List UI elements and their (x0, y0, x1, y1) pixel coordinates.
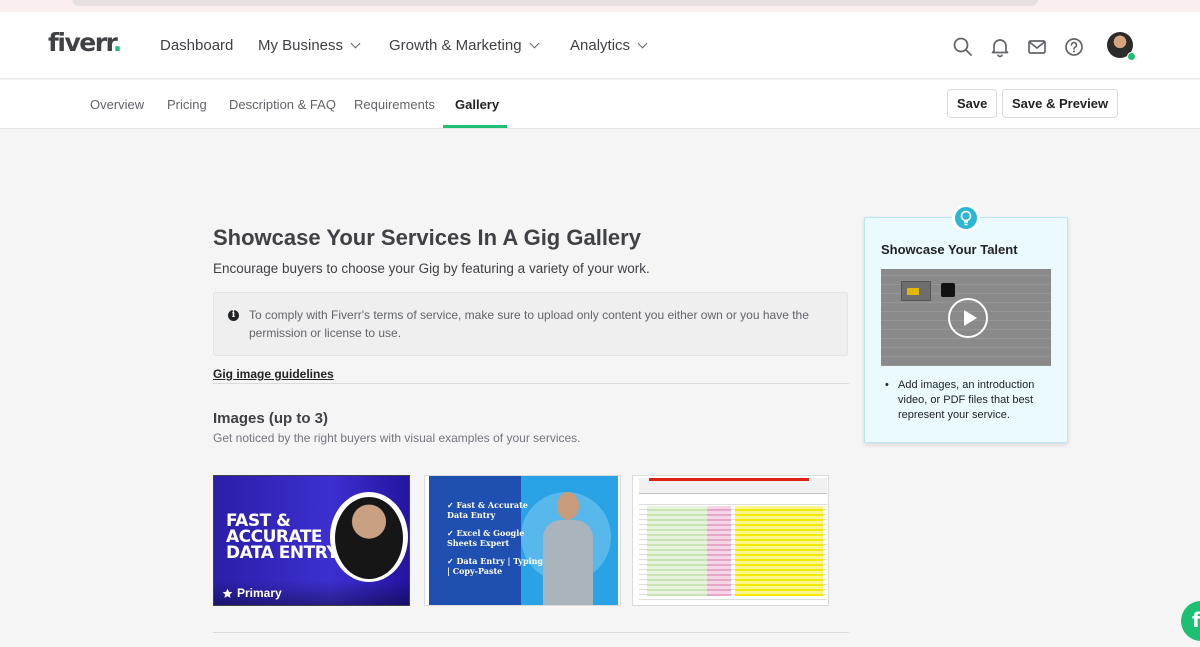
tip-card: Showcase Your Talent Add images, an intr… (864, 204, 1068, 443)
search-icon[interactable] (952, 36, 974, 58)
tip-video[interactable] (881, 269, 1051, 366)
chevron-down-icon (529, 38, 539, 49)
terms-notice: i To comply with Fiverr's terms of servi… (213, 292, 848, 356)
info-icon: i (228, 310, 239, 321)
lightbulb-icon (952, 204, 980, 232)
gallery-image-2[interactable]: ✓ Fast & Accurate Data Entry ✓ Excel & G… (424, 475, 621, 606)
spreadsheet-screenshot (639, 478, 827, 604)
image-bullets: ✓ Fast & Accurate Data Entry ✓ Excel & G… (447, 500, 543, 576)
divider (213, 632, 849, 633)
nav-dashboard[interactable]: Dashboard (160, 37, 233, 54)
address-bar[interactable] (72, 0, 1038, 6)
avatar[interactable] (1107, 32, 1136, 61)
chat-button[interactable]: f (1181, 601, 1200, 641)
play-icon[interactable] (948, 298, 988, 338)
person-photo (543, 490, 593, 605)
gallery-image-3[interactable] (632, 475, 829, 606)
page-subtitle: Encourage buyers to choose your Gig by f… (213, 261, 650, 276)
primary-badge: Primary (222, 586, 282, 600)
images-heading: Images (up to 3) (213, 410, 329, 427)
mail-icon[interactable] (1026, 36, 1048, 58)
browser-address-bar-strip (0, 0, 1200, 12)
gig-editor-tabs: Overview Pricing Description & FAQ Requi… (0, 80, 1200, 129)
gig-image-guidelines-link[interactable]: Gig image guidelines (213, 367, 334, 381)
tab-requirements[interactable]: Requirements (354, 97, 435, 112)
save-preview-button[interactable]: Save & Preview (1002, 89, 1119, 118)
bell-icon[interactable] (989, 36, 1011, 58)
tab-pricing[interactable]: Pricing (167, 97, 207, 112)
terms-notice-text: To comply with Fiverr's terms of service… (249, 308, 809, 340)
tab-description-faq[interactable]: Description & FAQ (229, 97, 336, 112)
tip-title: Showcase Your Talent (881, 242, 1018, 257)
nav-my-business-label: My Business (258, 37, 344, 54)
nav-my-business[interactable]: My Business (258, 37, 361, 54)
tab-gallery[interactable]: Gallery (455, 97, 499, 112)
tab-overview[interactable]: Overview (90, 97, 144, 112)
active-tab-indicator (443, 125, 507, 128)
star-icon (222, 588, 233, 598)
tip-list: Add images, an introduction video, or PD… (885, 378, 1055, 423)
nav-growth-marketing[interactable]: Growth & Marketing (389, 37, 539, 54)
nav-analytics-label: Analytics (570, 37, 631, 54)
online-status-dot (1127, 52, 1136, 61)
chevron-down-icon (637, 38, 648, 49)
page-title: Showcase Your Services In A Gig Gallery (213, 225, 641, 250)
gallery-section: Showcase Your Services In A Gig Gallery … (213, 129, 849, 647)
images-subheading: Get noticed by the right buyers with vis… (213, 431, 581, 445)
primary-badge-label: Primary (237, 586, 282, 600)
nav-dashboard-label: Dashboard (160, 37, 234, 54)
gallery-image-1[interactable]: FAST & ACCURATE DATA ENTRY Primary (213, 475, 410, 606)
portrait-photo (335, 497, 403, 579)
nav-growth-marketing-label: Growth & Marketing (389, 37, 522, 54)
help-icon[interactable] (1063, 36, 1085, 58)
top-navigation: fiverr. Dashboard My Business Growth & M… (0, 12, 1200, 79)
divider (213, 383, 849, 384)
image-headline: FAST & ACCURATE DATA ENTRY (226, 511, 339, 563)
tip-list-item: Add images, an introduction video, or PD… (885, 378, 1055, 423)
fiverr-logo[interactable]: fiverr. (48, 28, 122, 57)
save-button[interactable]: Save (947, 89, 998, 118)
chevron-down-icon (350, 38, 361, 49)
nav-analytics[interactable]: Analytics (570, 37, 648, 54)
